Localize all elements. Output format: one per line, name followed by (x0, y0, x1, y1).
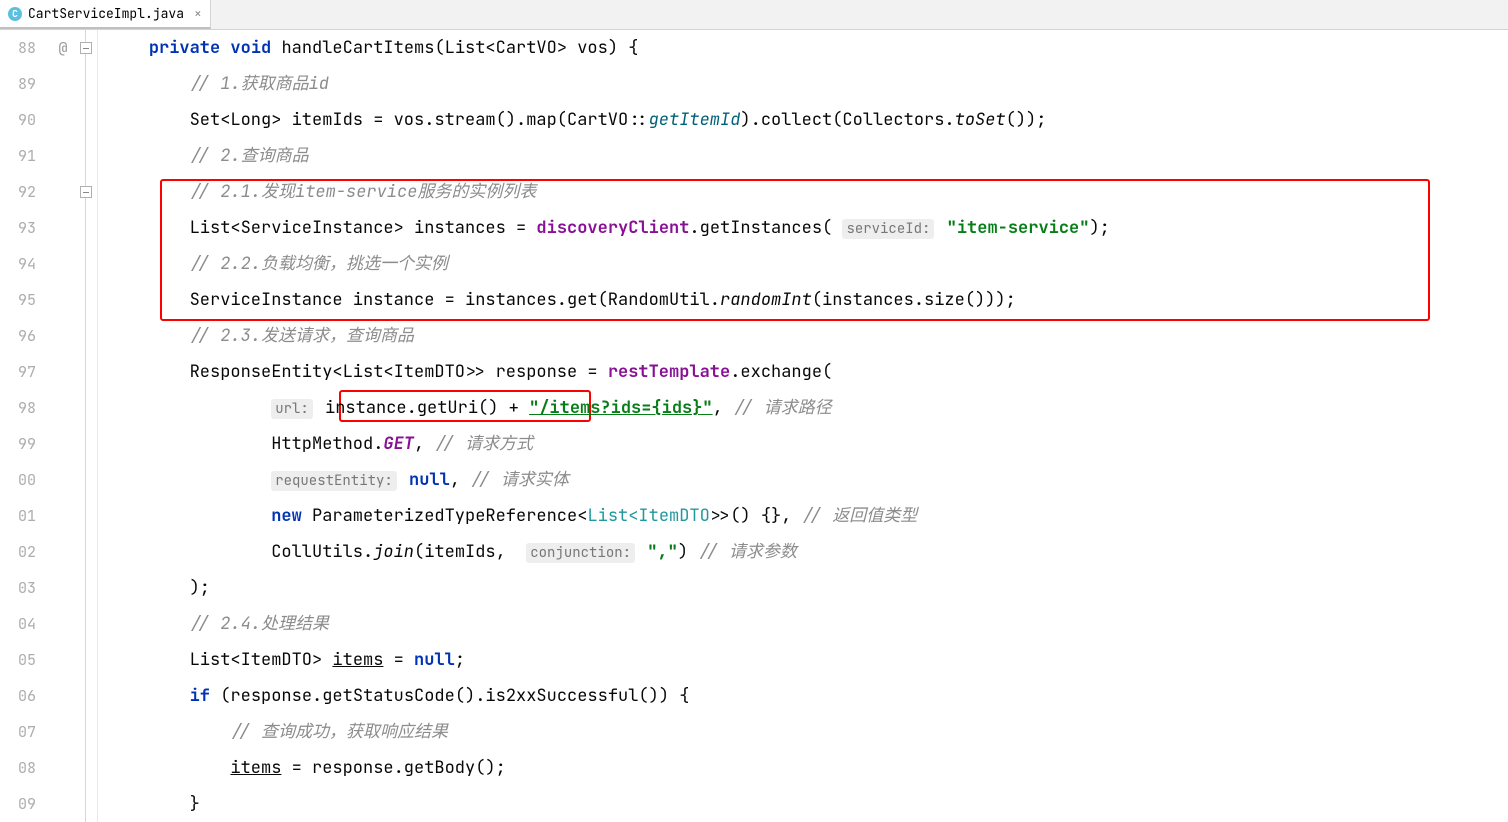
code-line: ); (108, 570, 1508, 606)
tab-filename: CartServiceImpl.java (28, 5, 184, 22)
code-line: // 2.1.发现item-service服务的实例列表 (108, 174, 1508, 210)
line-number: 09 (0, 786, 36, 822)
code-line: Set<Long> itemIds = vos.stream().map(Car… (108, 102, 1508, 138)
close-icon[interactable]: × (194, 5, 202, 22)
line-number: 01 (0, 498, 36, 534)
line-number: 97 (0, 354, 36, 390)
code-line: items = response.getBody(); (108, 750, 1508, 786)
fold-marker-icon[interactable] (80, 186, 92, 198)
code-line: // 2.查询商品 (108, 138, 1508, 174)
code-line: HttpMethod.GET, // 请求方式 (108, 426, 1508, 462)
line-number: 91 (0, 138, 36, 174)
editor-area: 88 89 90 91 92 93 94 95 96 97 98 99 00 0… (0, 30, 1508, 822)
line-number: 04 (0, 606, 36, 642)
line-number: 05 (0, 642, 36, 678)
code-line: // 2.4.处理结果 (108, 606, 1508, 642)
code-line: // 2.2.负载均衡，挑选一个实例 (108, 246, 1508, 282)
line-number: 07 (0, 714, 36, 750)
line-number: 92 (0, 174, 36, 210)
line-number: 08 (0, 750, 36, 786)
code-line: // 查询成功，获取响应结果 (108, 714, 1508, 750)
file-tab[interactable]: C CartServiceImpl.java × (0, 0, 211, 29)
line-number: 93 (0, 210, 36, 246)
line-number: 90 (0, 102, 36, 138)
code-editor[interactable]: private void handleCartItems(List<CartVO… (98, 30, 1508, 822)
line-number: 88 (0, 30, 36, 66)
code-line: } (108, 786, 1508, 822)
line-number: 98 (0, 390, 36, 426)
code-line: ResponseEntity<List<ItemDTO>> response =… (108, 354, 1508, 390)
tabs-bar: C CartServiceImpl.java × (0, 0, 1508, 30)
annotations-gutter: @ (48, 30, 78, 822)
line-number: 94 (0, 246, 36, 282)
line-number: 02 (0, 534, 36, 570)
code-line: List<ServiceInstance> instances = discov… (108, 210, 1508, 246)
line-number: 06 (0, 678, 36, 714)
override-annotation-icon[interactable]: @ (48, 30, 78, 66)
code-line: if (response.getStatusCode().is2xxSucces… (108, 678, 1508, 714)
code-line: // 1.获取商品id (108, 66, 1508, 102)
java-class-icon: C (8, 7, 22, 21)
code-line: requestEntity: null, // 请求实体 (108, 462, 1508, 498)
code-line: List<ItemDTO> items = null; (108, 642, 1508, 678)
fold-gutter (78, 30, 98, 822)
line-number-gutter: 88 89 90 91 92 93 94 95 96 97 98 99 00 0… (0, 30, 48, 822)
line-number: 00 (0, 462, 36, 498)
code-line: new ParameterizedTypeReference<List<Item… (108, 498, 1508, 534)
code-line: private void handleCartItems(List<CartVO… (108, 30, 1508, 66)
line-number: 96 (0, 318, 36, 354)
code-line: url: instance.getUri() + "/items?ids={id… (108, 390, 1508, 426)
fold-marker-icon[interactable] (80, 42, 92, 54)
line-number: 99 (0, 426, 36, 462)
line-number: 03 (0, 570, 36, 606)
line-number: 95 (0, 282, 36, 318)
line-number: 89 (0, 66, 36, 102)
code-line: CollUtils.join(itemIds, conjunction: ","… (108, 534, 1508, 570)
code-line: ServiceInstance instance = instances.get… (108, 282, 1508, 318)
code-line: // 2.3.发送请求，查询商品 (108, 318, 1508, 354)
